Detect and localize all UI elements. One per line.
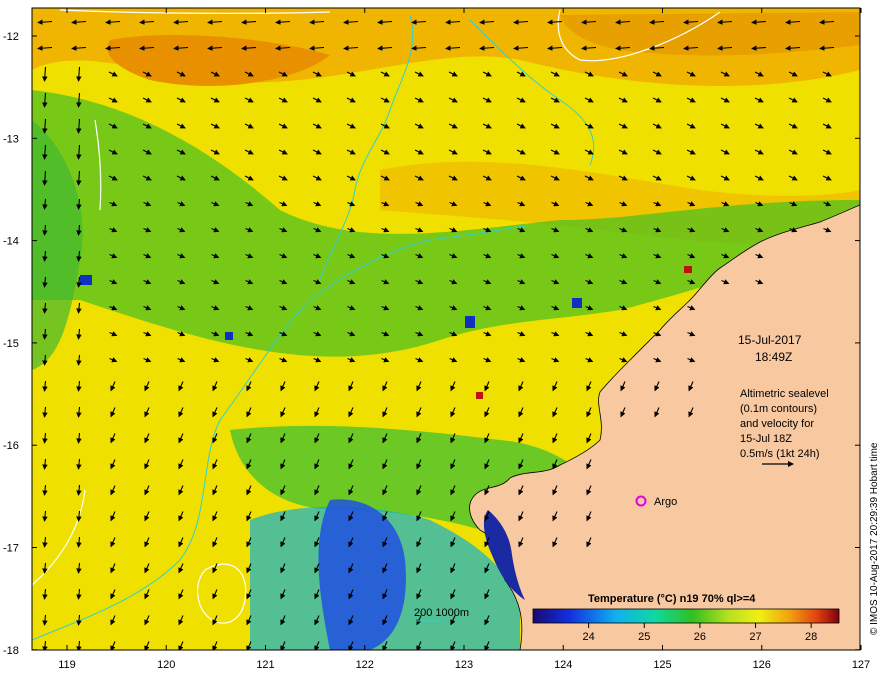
credit-label: © IMOS 10-Aug-2017 20:29:39 Hobart time (869, 442, 880, 635)
colorbar-title: Temperature (°C) n19 70% ql>=4 (588, 593, 756, 605)
lon-tick-label: 127 (852, 659, 870, 671)
colorbar-tick-label: 25 (638, 631, 650, 643)
annotation-line: Altimetric sealevel (740, 388, 829, 400)
warm-speck (684, 266, 692, 273)
warm-speck (476, 392, 483, 399)
colorbar-gradient (532, 608, 840, 624)
lon-tick-label: 126 (753, 659, 771, 671)
lon-tick-label: 119 (58, 659, 76, 671)
lat-tick-label: -14 (3, 236, 19, 248)
annotation-line: 0.5m/s (1kt 24h) (740, 448, 819, 460)
sst-map: Argo 119 120 121 122 123 124 125 126 127 -12 -13 -… (3, 7, 880, 671)
lon-tick-label: 122 (356, 659, 374, 671)
bathy-legend-label: 200 1000m (414, 607, 469, 619)
colorbar-tick-label: 26 (694, 631, 706, 643)
cold-speck (465, 316, 475, 328)
lon-tick-label: 123 (455, 659, 473, 671)
colorbar-tick-label: 27 (749, 631, 761, 643)
annotation-line: (0.1m contours) (740, 403, 817, 415)
date-label: 15-Jul-2017 (738, 333, 802, 347)
lon-tick-label: 124 (554, 659, 572, 671)
colorbar-tick-label: 28 (805, 631, 817, 643)
colorbar-tick-label: 24 (583, 631, 595, 643)
lon-tick-label: 121 (256, 659, 274, 671)
lat-tick-label: -12 (3, 31, 19, 43)
cold-speck (80, 275, 92, 285)
annotation-line: and velocity for (740, 418, 814, 430)
lon-tick-label: 120 (157, 659, 175, 671)
lat-tick-label: -17 (3, 543, 19, 555)
cold-speck (572, 298, 582, 308)
lat-tick-label: -15 (3, 338, 19, 350)
argo-label: Argo (654, 496, 677, 508)
lat-tick-label: -13 (3, 133, 19, 145)
time-label: 18:49Z (755, 350, 792, 364)
lat-tick-label: -16 (3, 440, 19, 452)
cold-speck (225, 332, 233, 340)
lon-tick-label: 125 (653, 659, 671, 671)
annotation-line: 15-Jul 18Z (740, 433, 792, 445)
lat-tick-label: -18 (3, 645, 19, 657)
